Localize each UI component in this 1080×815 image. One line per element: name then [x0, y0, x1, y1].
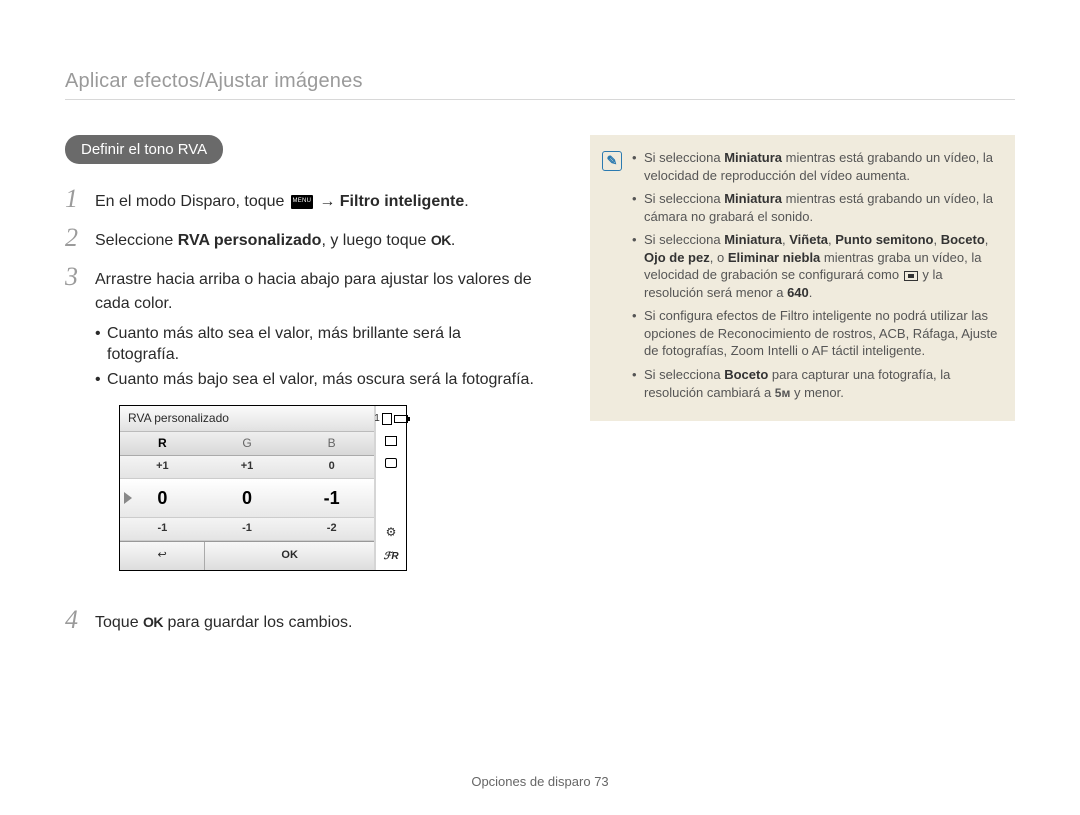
step-4: 4 Toque OK para guardar los cambios.: [65, 607, 535, 634]
gear-icon[interactable]: ⚙: [386, 524, 397, 541]
note: Si selecciona Miniatura mientras está gr…: [632, 149, 999, 184]
battery-icon: [394, 412, 408, 426]
bullet: Cuanto más bajo sea el valor, más oscura…: [95, 369, 535, 391]
lcd-title: RVA personalizado: [120, 406, 374, 432]
note: Si selecciona Boceto para capturar una f…: [632, 366, 999, 401]
breadcrumb: Aplicar efectos/Ajustar imágenes: [65, 70, 1015, 100]
lcd-screenshot: RVA personalizado R G B +1 +1 0: [119, 405, 407, 572]
rect-icon: [385, 434, 397, 448]
step-number: 2: [65, 225, 83, 252]
note: Si configura efectos de Filtro inteligen…: [632, 307, 999, 360]
step-3: 3 Arrastre hacia arriba o hacia abajo pa…: [65, 264, 535, 595]
tab-r[interactable]: R: [120, 432, 205, 455]
section-pill: Definir el tono RVA: [65, 135, 223, 164]
info-icon: ✎: [602, 151, 622, 171]
rgb-tabs: R G B: [120, 432, 374, 456]
ok-icon: OK: [143, 614, 163, 630]
step-1: 1 En el modo Disparo, toque MENU → Filtr…: [65, 186, 535, 213]
step-number: 4: [65, 607, 83, 634]
ok-button[interactable]: OK: [205, 542, 374, 570]
tab-b[interactable]: B: [289, 432, 374, 455]
value-grid[interactable]: +1 +1 0 0 0 -1: [120, 456, 374, 541]
tab-g[interactable]: G: [205, 432, 290, 455]
info-box: ✎ Si selecciona Miniatura mientras está …: [590, 135, 1015, 421]
af-icon: [385, 456, 397, 470]
note: Si selecciona Miniatura, Viñeta, Punto s…: [632, 231, 999, 301]
sd-icon: [382, 412, 392, 426]
page-footer: Opciones de disparo 73: [0, 774, 1080, 789]
ok-icon: OK: [431, 232, 451, 248]
resolution-icon: 5ᴍ: [775, 386, 791, 400]
lcd-sidebar: 1 ⚙ ℱR: [376, 406, 406, 571]
bullet: Cuanto más alto sea el valor, más brilla…: [95, 323, 535, 366]
fr-icon: ℱR: [383, 550, 398, 565]
step-number: 1: [65, 186, 83, 213]
menu-icon: MENU: [291, 195, 313, 209]
back-button[interactable]: ↩: [120, 542, 205, 570]
clip-icon: [904, 271, 918, 281]
note: Si selecciona Miniatura mientras está gr…: [632, 190, 999, 225]
left-column: Definir el tono RVA 1 En el modo Disparo…: [65, 135, 535, 646]
play-icon: [124, 492, 132, 504]
step-2: 2 Seleccione RVA personalizado, y luego …: [65, 225, 535, 252]
step-number: 3: [65, 264, 83, 595]
